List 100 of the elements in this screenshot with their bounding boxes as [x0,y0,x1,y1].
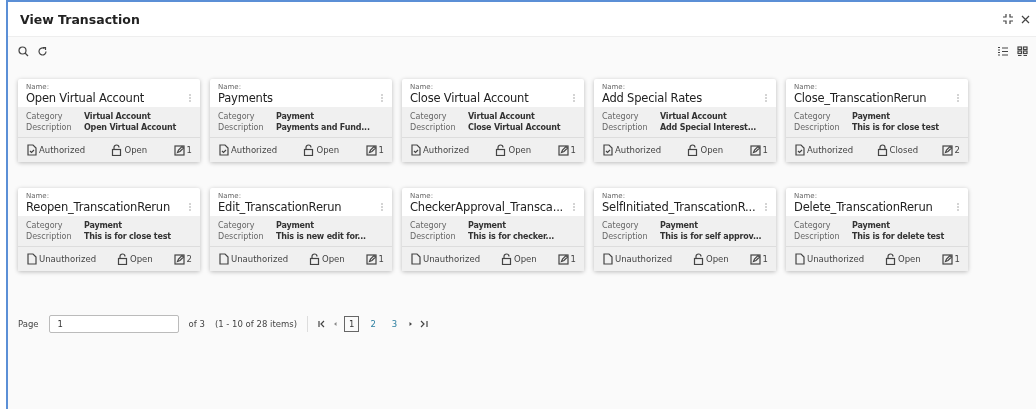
lock-status: Closed [889,145,919,155]
transaction-name: Payments [218,91,273,105]
category-value: Virtual Account [660,111,728,122]
window-title: View Transaction [20,11,140,27]
edit-count: 1 [762,254,768,264]
first-page-icon[interactable] [317,320,326,328]
edit-count: 1 [378,254,384,264]
category-value: Payment [852,220,891,231]
grid-view-icon[interactable] [1017,45,1028,57]
items-summary: (1 - 10 of 28 items) [214,319,297,329]
description-value: Open Virtual Account [84,122,177,133]
page-number[interactable]: 3 [386,316,403,332]
category-value: Payment [276,220,315,231]
description-label: Description [218,231,265,242]
edit-count: 2 [954,145,960,155]
edit-count: 1 [954,254,960,264]
collapse-icon[interactable] [1003,14,1013,24]
description-label: Description [602,231,649,242]
lock-status: Open [124,145,148,155]
category-value: Payment [84,220,123,231]
description-value: Close Virtual Account [468,122,562,133]
authorization-status: Authorized [423,145,470,155]
category-value: Payment [468,220,507,231]
edit-icon [749,144,761,156]
lock-status: Open [321,254,345,264]
description-label: Description [794,122,841,133]
transaction-name: Close_TranscationRerun [794,91,927,105]
transaction-name: Edit_TranscationRerun [218,200,342,214]
description-value: This is new edit for... [276,231,367,242]
description-label: Description [26,231,73,242]
edit-icon [557,253,569,265]
category-value: Payment [276,111,315,122]
description-value: Payments and Fund... [276,122,371,133]
edit-icon [749,253,761,265]
refresh-icon[interactable] [37,45,48,57]
authorization-status: Authorized [231,145,278,155]
description-label: Description [410,122,457,133]
page-number[interactable]: 1 [343,316,360,332]
page-count: of 3 [188,319,205,329]
last-page-icon[interactable] [420,320,429,328]
description-value: This is for delete test [852,231,946,242]
authorization-status: Authorized [615,145,662,155]
transaction-name: Open Virtual Account [26,91,145,105]
authorization-status: Unauthorized [39,254,97,264]
transaction-name: CheckerApproval_Transca... [410,200,564,214]
description-value: This is for close test [84,231,172,242]
category-label: Category [410,220,448,231]
search-icon[interactable] [18,45,29,57]
edit-count: 1 [570,254,576,264]
description-label: Description [410,231,457,242]
category-value: Payment [660,220,699,231]
category-label: Category [794,220,832,231]
category-value: Virtual Account [468,111,536,122]
edit-count: 2 [186,254,192,264]
page-input[interactable]: 1 [48,315,179,333]
category-value: Virtual Account [84,111,152,122]
close-icon[interactable] [1021,14,1030,24]
edit-count: 1 [762,145,768,155]
category-label: Category [410,111,448,122]
authorization-status: Unauthorized [615,254,673,264]
authorization-status: Unauthorized [807,254,865,264]
edit-count: 1 [570,145,576,155]
description-value: This is for close test [852,122,940,133]
edit-icon [365,144,377,156]
lock-status: Open [513,254,537,264]
authorization-status: Authorized [39,145,86,155]
category-label: Category [794,111,832,122]
category-label: Category [602,111,640,122]
description-value: This is for checker... [468,231,556,242]
authorization-status: Authorized [807,145,854,155]
edit-icon [557,144,569,156]
edit-count: 1 [378,145,384,155]
transaction-name: Delete_TranscationRerun [794,200,933,214]
category-label: Category [218,111,256,122]
edit-icon [173,144,185,156]
lock-status: Open [705,254,729,264]
category-label: Category [602,220,640,231]
lock-status: Open [316,145,340,155]
description-value: Add Special Interest... [660,122,758,133]
transaction-name: Close Virtual Account [410,91,529,105]
description-label: Description [602,122,649,133]
category-label: Category [218,220,256,231]
category-label: Category [26,111,64,122]
description-label: Description [218,122,265,133]
lock-status: Open [508,145,532,155]
authorization-status: Unauthorized [423,254,481,264]
transaction-name: Add Special Rates [602,91,702,105]
edit-icon [173,253,185,265]
list-view-icon[interactable] [997,45,1009,57]
transaction-name: SelfInitiated_TranscationR... [602,200,756,214]
lock-status: Open [129,254,153,264]
category-label: Category [26,220,64,231]
category-value: Payment [852,111,891,122]
page-label: Page [18,319,39,329]
lock-status: Open [700,145,724,155]
edit-icon [365,253,377,265]
page-number[interactable]: 2 [365,316,381,332]
edit-count: 1 [186,145,192,155]
lock-status: Open [897,254,921,264]
edit-icon [941,144,953,156]
